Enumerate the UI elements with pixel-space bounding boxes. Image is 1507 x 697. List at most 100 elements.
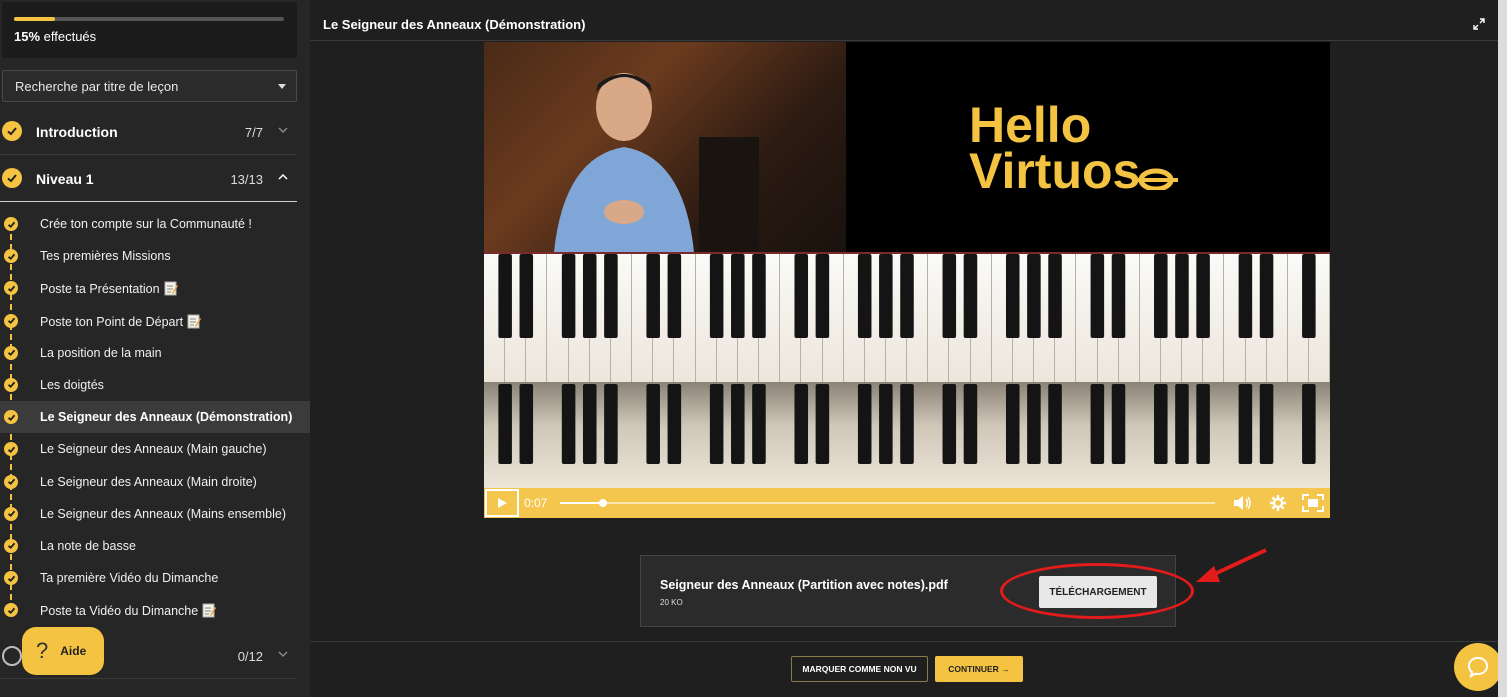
black-key — [942, 384, 957, 464]
video-camera-view — [484, 42, 846, 252]
black-key — [1175, 384, 1189, 464]
check-icon — [4, 506, 18, 521]
video-frame: Hello Virtuos — [484, 42, 1330, 252]
lesson-item[interactable]: Poste ta Présentation — [0, 272, 310, 304]
black-key — [667, 254, 682, 338]
black-key — [731, 384, 745, 464]
black-key — [709, 254, 724, 338]
video-time: 0:07 — [524, 496, 548, 510]
black-key — [815, 384, 830, 464]
section-title: Introduction — [36, 124, 118, 140]
black-key — [857, 384, 872, 464]
chevron-up-icon[interactable] — [277, 170, 289, 188]
lesson-search-placeholder: Recherche par titre de leçon — [15, 79, 179, 94]
black-key — [900, 384, 914, 464]
black-key — [1238, 384, 1253, 464]
lesson-item[interactable]: Tes premières Missions — [0, 240, 310, 272]
video-scrubber[interactable] — [560, 499, 1215, 507]
lesson-title: Le Seigneur des Anneaux (Démonstration) — [323, 17, 586, 32]
section-niveau-1[interactable]: Niveau 1 13/13 — [0, 156, 297, 202]
attachment-card: Seigneur des Anneaux (Partition avec not… — [640, 555, 1176, 627]
video-player[interactable]: Hello Virtuos 0:07 — [484, 42, 1330, 518]
black-key — [1027, 254, 1041, 338]
fullscreen-icon[interactable] — [1302, 494, 1324, 517]
lesson-label: Poste ta Vidéo du Dimanche — [40, 603, 217, 618]
volume-icon[interactable] — [1232, 494, 1252, 517]
incomplete-circle-icon — [2, 646, 22, 666]
black-key — [1175, 254, 1189, 338]
lesson-label: Tes premières Missions — [40, 249, 171, 263]
lesson-item[interactable]: Ta première Vidéo du Dimanche — [0, 562, 310, 594]
lesson-item[interactable]: Le Seigneur des Anneaux (Démonstration) — [0, 401, 310, 434]
black-key — [1005, 254, 1020, 338]
black-key — [1196, 254, 1210, 338]
instructor-image — [554, 73, 694, 252]
black-keys — [498, 254, 1316, 338]
lesson-item[interactable]: La note de basse — [0, 530, 310, 562]
check-icon — [4, 281, 18, 296]
page-scrollbar[interactable] — [1498, 0, 1507, 697]
black-key — [1048, 254, 1062, 338]
brand-line-1: Hello — [969, 97, 1092, 153]
lesson-label-text: Poste ta Présentation — [40, 282, 160, 297]
black-key — [1238, 254, 1253, 338]
black-key — [752, 254, 766, 338]
continue-button[interactable]: CONTINUER → — [935, 656, 1023, 682]
memo-icon — [164, 281, 178, 296]
brand-line-2-text: Virtuos — [969, 143, 1141, 199]
chat-button[interactable] — [1454, 643, 1502, 691]
lesson-item[interactable]: Les doigtés — [0, 369, 310, 401]
check-icon — [2, 168, 22, 188]
arrow-annotation-icon — [1196, 548, 1267, 582]
black-key — [1154, 254, 1168, 338]
chevron-down-icon[interactable] — [277, 647, 289, 665]
black-key — [857, 254, 872, 338]
lesson-item[interactable]: Crée ton compte sur la Communauté ! — [0, 208, 310, 240]
mark-unseen-button[interactable]: MARQUER COMME NON VU — [791, 656, 928, 682]
brand-line-2: Virtuos — [969, 146, 1179, 196]
question-icon: ? — [36, 638, 49, 663]
section-title: Niveau 1 — [36, 171, 94, 187]
lesson-label-text: Poste ton Point de Départ — [40, 314, 184, 329]
black-key — [942, 254, 957, 338]
settings-icon[interactable] — [1269, 494, 1287, 517]
lesson-label: Le Seigneur des Anneaux (Mains ensemble) — [40, 507, 286, 521]
black-key — [561, 384, 576, 464]
lesson-item[interactable]: La position de la main — [0, 337, 310, 369]
lesson-item[interactable]: Poste ton Point de Départ — [0, 305, 310, 337]
lesson-item[interactable]: Le Seigneur des Anneaux (Main gauche) — [0, 433, 310, 465]
black-key — [1090, 254, 1105, 338]
black-key — [709, 384, 724, 464]
download-button[interactable]: TÉLÉCHARGEMENT — [1039, 576, 1157, 608]
lesson-label: Le Seigneur des Anneaux (Main droite) — [40, 475, 257, 489]
chevron-down-icon[interactable] — [277, 123, 289, 141]
black-key — [604, 254, 618, 338]
scrubber-handle[interactable] — [598, 499, 607, 507]
lesson-item[interactable]: Poste ta Vidéo du Dimanche — [0, 594, 310, 626]
lesson-item[interactable]: Le Seigneur des Anneaux (Mains ensemble) — [0, 498, 310, 530]
lesson-label: La note de basse — [40, 539, 136, 553]
check-icon — [4, 410, 18, 425]
attachment-filename: Seigneur des Anneaux (Partition avec not… — [660, 578, 948, 592]
sidebar: 15% effectués Recherche par titre de leç… — [0, 0, 310, 697]
section-introduction[interactable]: Introduction 7/7 — [0, 109, 297, 155]
help-button[interactable]: ? Aide — [22, 627, 104, 675]
black-key — [1048, 384, 1062, 464]
check-icon — [4, 442, 18, 457]
lesson-label-text: Les doigtés — [40, 377, 104, 392]
expand-icon[interactable] — [1472, 17, 1486, 36]
lesson-search-select[interactable]: Recherche par titre de leçon — [2, 70, 297, 102]
section-count: 13/13 — [230, 172, 263, 187]
check-icon — [4, 474, 18, 489]
lesson-label-text: Le Seigneur des Anneaux (Mains ensemble) — [40, 506, 286, 521]
black-key — [646, 254, 660, 338]
lesson-header: Le Seigneur des Anneaux (Démonstration) — [310, 8, 1498, 41]
black-key — [900, 254, 914, 338]
play-button[interactable] — [485, 489, 519, 517]
lesson-label-text: Le Seigneur des Anneaux (Main droite) — [40, 474, 257, 489]
black-key — [561, 254, 576, 338]
lesson-item[interactable]: Le Seigneur des Anneaux (Main droite) — [0, 466, 310, 498]
progress-bar-fill — [14, 17, 55, 21]
black-key — [498, 384, 512, 464]
black-key — [1005, 384, 1020, 464]
